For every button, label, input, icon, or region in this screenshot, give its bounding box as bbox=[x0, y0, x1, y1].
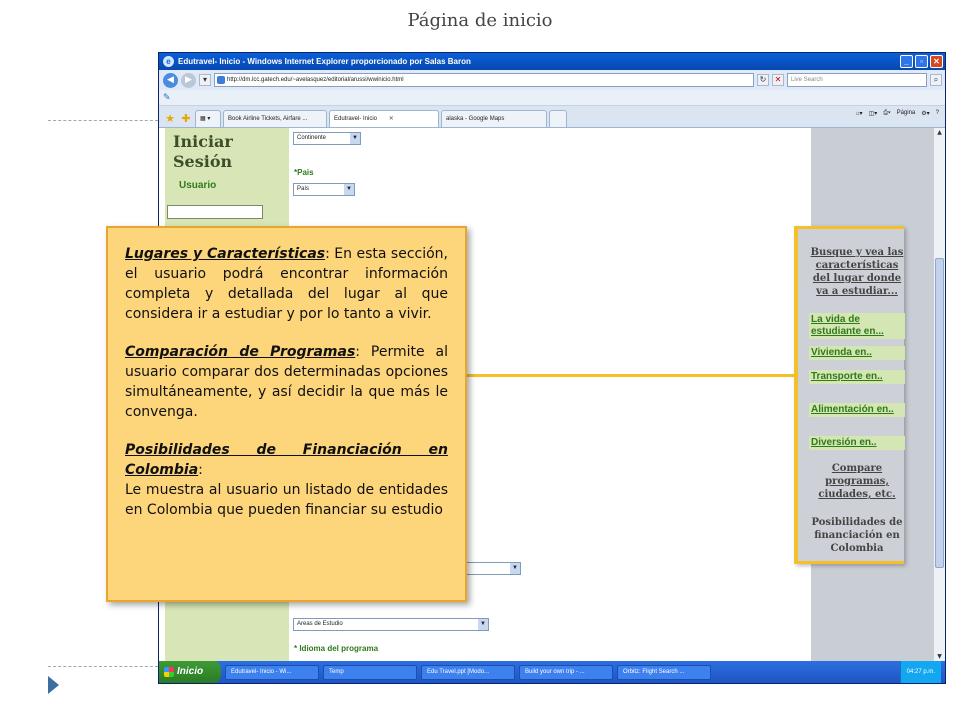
callout-text-financing: Le muestra al usuario un listado de enti… bbox=[125, 482, 448, 518]
user-input[interactable] bbox=[167, 205, 263, 219]
menu-financing[interactable]: Posibilidades de financiación en Colombi… bbox=[809, 516, 905, 555]
areas-select[interactable]: Areas de Estudio ▼ bbox=[293, 618, 489, 631]
callout-heading-financing: Posibilidades de Financiación en Colombi… bbox=[125, 442, 448, 478]
quick-tabs-button[interactable]: ▦ ▾ bbox=[195, 110, 221, 127]
window-titlebar: e Edutravel- Inicio - Windows Internet E… bbox=[159, 53, 945, 70]
callout-heading-places: Lugares y Características bbox=[125, 246, 326, 262]
tab-edutravel-label: Edutravel- Inicio bbox=[334, 116, 378, 122]
callout-paragraph-financing: Posibilidades de Financiación en Colombi… bbox=[125, 440, 448, 520]
minimize-button[interactable]: _ bbox=[900, 55, 913, 68]
callout-colon: : bbox=[198, 462, 203, 478]
hidden-select[interactable]: ▼ bbox=[459, 562, 521, 575]
login-title: Iniciar Sesión bbox=[173, 132, 233, 171]
address-input[interactable]: http://dm.lcc.gatech.edu/~avelasquez/edi… bbox=[214, 73, 754, 87]
print-icon[interactable]: ⎙▾ bbox=[883, 110, 890, 117]
tab-edutravel[interactable]: Edutravel- Inicio ✕ bbox=[329, 110, 439, 127]
chevron-down-icon: ▼ bbox=[350, 133, 360, 144]
chevron-down-icon: ▼ bbox=[478, 619, 488, 630]
stop-icon[interactable]: ✕ bbox=[772, 74, 784, 86]
callout-heading-compare: Comparación de Programas bbox=[125, 344, 356, 360]
bullet-triangle-icon bbox=[48, 676, 59, 694]
help-icon[interactable]: ? bbox=[936, 110, 939, 117]
chevron-down-icon: ▼ bbox=[344, 184, 354, 195]
back-button[interactable]: ◀ bbox=[163, 72, 178, 88]
menu-heading-link[interactable]: Busque y vea las características del lug… bbox=[809, 246, 905, 298]
user-label: Usuario bbox=[179, 180, 217, 191]
favorites-star-icon[interactable]: ★ bbox=[163, 111, 177, 127]
start-button[interactable]: Inicio bbox=[159, 661, 221, 683]
page-menu[interactable]: Página bbox=[897, 110, 916, 117]
language-label: * Idioma del programa bbox=[294, 644, 379, 653]
scroll-thumb[interactable] bbox=[935, 258, 944, 568]
divider-top bbox=[48, 120, 158, 121]
feeds-icon[interactable]: ◫▾ bbox=[869, 110, 878, 117]
forward-button[interactable]: ▶ bbox=[181, 72, 196, 88]
menu-item-transporte[interactable]: Transporte en.. bbox=[809, 370, 905, 384]
task-temp[interactable]: Temp bbox=[323, 664, 417, 680]
scrollbar[interactable]: ▲ ▼ bbox=[933, 128, 945, 663]
new-tab-button[interactable] bbox=[549, 110, 567, 127]
task-edu-travel-ppt[interactable]: Edu Travel.ppt [Modo... bbox=[421, 664, 515, 680]
search-icon[interactable]: ⌕ bbox=[930, 74, 942, 86]
tab-book-airline[interactable]: Book Airline Tickets, Airfare ... bbox=[223, 110, 327, 127]
tab-close-icon[interactable]: ✕ bbox=[389, 116, 394, 122]
callout-connector bbox=[467, 374, 794, 377]
menu-item-alimentacion[interactable]: Alimentación en.. bbox=[809, 403, 905, 417]
search-input[interactable]: Live Search bbox=[787, 73, 927, 87]
favorites-icon[interactable]: ✎ bbox=[163, 93, 175, 103]
menu-item-vida[interactable]: La vida de estudiante en... bbox=[809, 313, 905, 339]
country-select[interactable]: País ▼ bbox=[293, 183, 355, 196]
explanation-callout: Lugares y Características: En esta secci… bbox=[106, 226, 467, 602]
window-title: Edutravel- Inicio - Windows Internet Exp… bbox=[178, 57, 471, 66]
maximize-button[interactable]: ▫ bbox=[915, 55, 928, 68]
tab-bar: ★ ✚ ▦ ▾ Book Airline Tickets, Airfare ..… bbox=[159, 106, 945, 128]
dropdown-icon[interactable]: ▾ bbox=[199, 74, 211, 86]
clock: 04:27 p.m. bbox=[899, 661, 941, 683]
country-label: *Pais bbox=[294, 168, 314, 177]
command-bar: ✎ bbox=[159, 90, 945, 106]
menu-compare-link[interactable]: Compare programas, ciudades, etc. bbox=[809, 462, 905, 501]
close-button[interactable]: ✕ bbox=[930, 55, 943, 68]
scroll-up-icon[interactable]: ▲ bbox=[935, 129, 944, 138]
refresh-icon[interactable]: ↻ bbox=[757, 74, 769, 86]
task-build-trip[interactable]: Build your own trip - ... bbox=[519, 664, 613, 680]
chevron-down-icon: ▼ bbox=[510, 563, 520, 574]
toolbar-tools: ⌂▾ ◫▾ ⎙▾ Página ⚙▾ ? bbox=[856, 110, 939, 117]
task-orbitz[interactable]: Orbitz: Flight Search ... bbox=[617, 664, 711, 680]
task-edutravel[interactable]: Edutravel- Inicio - Wi... bbox=[225, 664, 319, 680]
home-icon[interactable]: ⌂▾ bbox=[856, 110, 863, 117]
menu-item-vivienda[interactable]: Vivienda en.. bbox=[809, 346, 905, 360]
address-bar-row: ◀ ▶ ▾ http://dm.lcc.gatech.edu/~avelasqu… bbox=[159, 70, 945, 90]
slide-title: Página de inicio bbox=[407, 10, 553, 31]
callout-paragraph-places: Lugares y Características: En esta secci… bbox=[125, 244, 448, 324]
tools-icon[interactable]: ⚙▾ bbox=[921, 110, 929, 117]
continent-select[interactable]: Continente ▼ bbox=[293, 132, 361, 145]
ie-icon: e bbox=[163, 56, 174, 67]
callout-paragraph-compare: Comparación de Programas: Permite al usu… bbox=[125, 342, 448, 422]
tab-google-maps[interactable]: alaska - Google Maps bbox=[441, 110, 547, 127]
menu-item-diversion[interactable]: Diversión en.. bbox=[809, 436, 905, 450]
divider-bottom bbox=[48, 666, 158, 667]
add-favorite-icon[interactable]: ✚ bbox=[179, 111, 193, 127]
taskbar: Inicio Edutravel- Inicio - Wi... Temp Ed… bbox=[159, 661, 945, 683]
